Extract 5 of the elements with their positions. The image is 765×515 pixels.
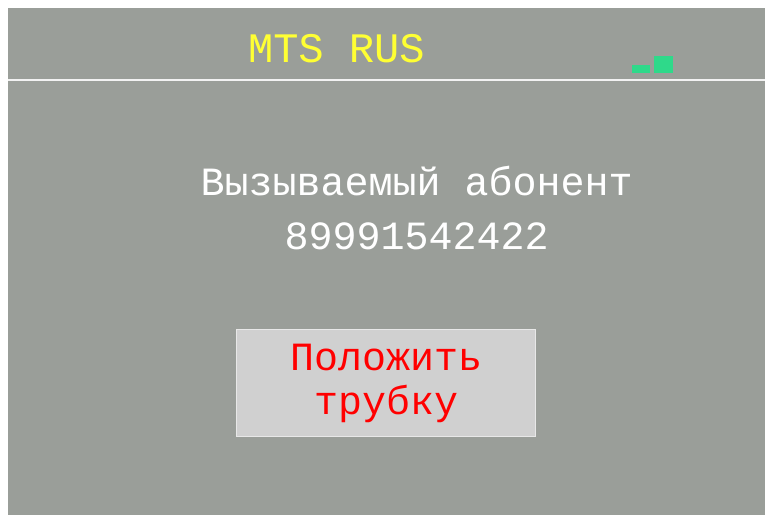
- hang-up-button[interactable]: Положить трубку: [236, 329, 536, 437]
- signal-icon: [632, 56, 674, 74]
- phone-number: 89991542422: [283, 216, 550, 264]
- called-party-label: Вызываемый абонент: [199, 162, 634, 210]
- operator-name: MTS RUS: [248, 30, 424, 72]
